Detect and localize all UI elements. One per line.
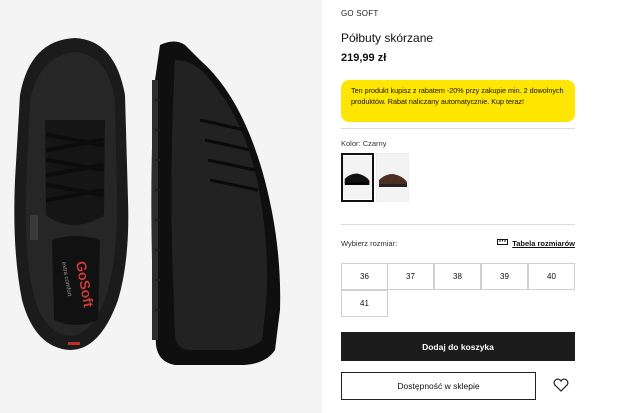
product-title: Półbuty skórzane <box>341 31 434 45</box>
product-price: 219,99 zł <box>341 52 387 64</box>
promo-banner: Ten produkt kupisz z rabatem -20% przy z… <box>341 80 575 122</box>
heart-icon[interactable] <box>553 377 569 393</box>
ruler-icon <box>497 238 509 248</box>
size-option-36[interactable]: 36 <box>341 263 388 290</box>
divider <box>341 128 575 129</box>
color-label-prefix: Kolor: <box>341 139 361 148</box>
product-details-panel: GO SOFT Półbuty skórzane 219,99 zł Ten p… <box>341 0 575 413</box>
size-option-39[interactable]: 39 <box>481 263 528 290</box>
size-option-37[interactable]: 37 <box>387 263 434 290</box>
color-swatch-black[interactable] <box>341 153 374 202</box>
product-image: GoSoft extra comfort <box>0 0 322 413</box>
color-value: Czarny <box>362 139 387 148</box>
size-label: Wybierz rozmiar: <box>341 239 398 248</box>
product-image-gallery[interactable]: GoSoft extra comfort <box>0 0 322 413</box>
size-option-41[interactable]: 41 <box>341 290 388 317</box>
brand-name[interactable]: GO SOFT <box>341 9 378 18</box>
add-to-cart-button[interactable]: Dodaj do koszyka <box>341 332 575 361</box>
color-label: Kolor: Czarny <box>341 139 386 148</box>
color-swatch-brown[interactable] <box>376 153 409 202</box>
size-option-40[interactable]: 40 <box>528 263 575 290</box>
size-guide-label: Tabela rozmiarów <box>512 238 575 248</box>
store-availability-button[interactable]: Dostępność w sklepie <box>341 372 536 400</box>
divider <box>341 224 575 225</box>
shoe-top-view: GoSoft extra comfort <box>14 38 129 350</box>
size-option-38[interactable]: 38 <box>434 263 481 290</box>
size-guide-link[interactable]: Tabela rozmiarów <box>497 238 575 248</box>
promo-text: Ten produkt kupisz z rabatem -20% przy z… <box>351 86 564 106</box>
